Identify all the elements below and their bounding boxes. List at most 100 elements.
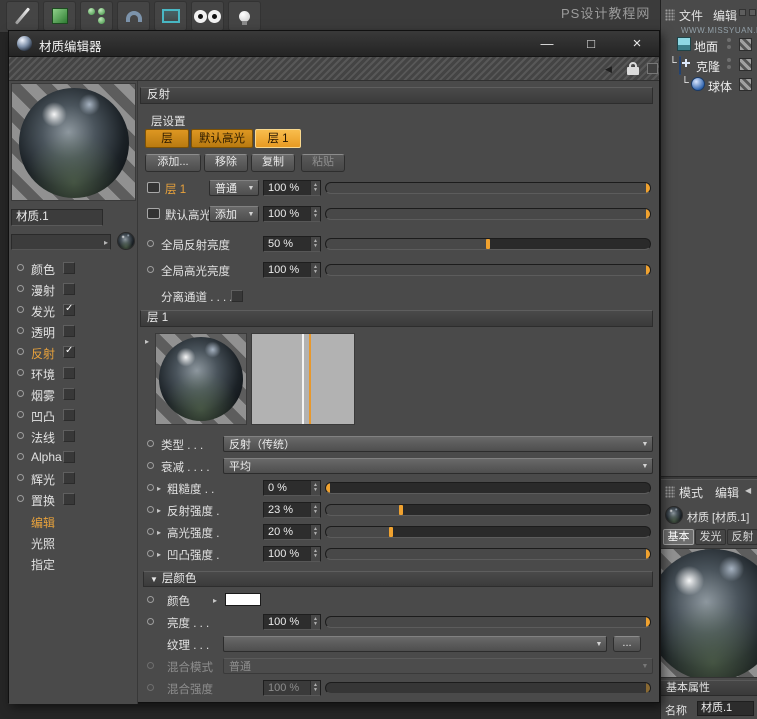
remove-layer-button[interactable]: 移除 (204, 154, 248, 172)
channel-alpha[interactable]: Alpha (15, 448, 135, 468)
channel-luminance[interactable]: 发光✓ (15, 301, 135, 321)
preview-expander-icon[interactable]: ▸ (145, 337, 149, 346)
panel-splitter[interactable] (661, 476, 757, 480)
layer1-opacity-spinner[interactable]: 100 %▲▼ (263, 180, 321, 196)
specular-strength-spinner[interactable]: 20 %▲▼ (263, 524, 321, 540)
falloff-marker-orange[interactable] (309, 334, 311, 424)
add-layer-button[interactable]: 添加... (145, 154, 201, 172)
history-back-icon[interactable]: ◀ (745, 486, 751, 495)
bump-strength-spinner[interactable]: 100 %▲▼ (263, 546, 321, 562)
channel-checkbox[interactable] (63, 430, 75, 442)
object-row-floor[interactable]: 地面 (661, 36, 757, 54)
layer1-blend-dropdown[interactable]: 普通▼ (209, 180, 259, 196)
color-swatch[interactable] (225, 593, 261, 606)
page-assign[interactable]: 指定 (15, 554, 135, 574)
texture-browse-button[interactable]: ... (613, 636, 641, 652)
specular-blend-dropdown[interactable]: 添加▼ (209, 206, 259, 222)
tab-layer-1[interactable]: 层 1 (255, 129, 301, 148)
tab-default-specular[interactable]: 默认高光 (191, 129, 253, 148)
spinner-arrows-icon[interactable]: ▲▼ (310, 207, 320, 221)
magnet-tool-icon[interactable] (117, 1, 150, 31)
menu-file[interactable]: 文件 (679, 7, 703, 24)
array-tool-icon[interactable] (80, 1, 113, 31)
paste-layer-button[interactable]: 粘贴 (301, 154, 345, 172)
type-dropdown[interactable]: 反射（传统）▼ (223, 436, 653, 452)
spinner-arrows-icon[interactable]: ▲▼ (310, 263, 320, 277)
roughness-slider[interactable] (325, 482, 651, 494)
channel-checkbox[interactable] (63, 493, 75, 505)
global-specular-spinner[interactable]: 100 %▲▼ (263, 262, 321, 278)
specular-strength-slider[interactable] (325, 526, 651, 538)
anim-dot[interactable] (147, 506, 154, 513)
page-illumination[interactable]: 光照 (15, 533, 135, 553)
specular-opacity-slider[interactable] (325, 208, 651, 220)
channel-environment[interactable]: 环境 (15, 364, 135, 384)
lock-icon[interactable] (627, 62, 639, 75)
reflection-strength-spinner[interactable]: 23 %▲▼ (263, 502, 321, 518)
specular-opacity-spinner[interactable]: 100 %▲▼ (263, 206, 321, 222)
cube-tool-icon[interactable] (43, 1, 76, 31)
default-specular-name[interactable]: 默认高光 (165, 207, 211, 223)
object-row-cloner[interactable]: └ 克隆 (661, 56, 757, 74)
tab-basic[interactable]: 基本 (663, 529, 694, 545)
anim-dot[interactable] (147, 550, 154, 557)
texture-tag-icon[interactable] (739, 58, 752, 71)
material-thumbnail[interactable] (665, 506, 683, 524)
roughness-spinner[interactable]: 0 %▲▼ (263, 480, 321, 496)
anim-dot[interactable] (147, 618, 154, 625)
channel-transparency[interactable]: 透明 (15, 322, 135, 342)
param-expander-icon[interactable]: ▸ (157, 484, 161, 493)
window-titlebar[interactable]: 材质编辑器 — □ × (9, 31, 659, 57)
tab-layers[interactable]: 层 (145, 129, 189, 148)
group-layer-color[interactable]: ▼层颜色 (143, 571, 653, 587)
channel-checkbox[interactable]: ✓ (63, 346, 75, 358)
bulb-tool-icon[interactable] (228, 1, 261, 31)
global-reflection-slider[interactable] (325, 238, 651, 250)
eyes-tool-icon[interactable] (191, 1, 224, 31)
attenuation-dropdown[interactable]: 平均▼ (223, 458, 653, 474)
channel-bump[interactable]: 凹凸 (15, 406, 135, 426)
plane-tool-icon[interactable] (154, 1, 187, 31)
panel-grip-icon[interactable] (665, 486, 675, 498)
channel-color[interactable]: 颜色 (15, 259, 135, 279)
channel-checkbox[interactable] (63, 409, 75, 421)
bump-strength-slider[interactable] (325, 548, 651, 560)
object-row-sphere[interactable]: └ 球体 (661, 76, 757, 94)
reflection-strength-slider[interactable] (325, 504, 651, 516)
copy-layer-button[interactable]: 复制 (251, 154, 295, 172)
channel-checkbox[interactable] (63, 283, 75, 295)
channel-displacement[interactable]: 置换 (15, 490, 135, 510)
panel-option-icon[interactable] (749, 9, 756, 16)
anim-dot[interactable] (147, 528, 154, 535)
preview-shape-button[interactable] (117, 232, 135, 250)
param-expander-icon[interactable]: ▸ (157, 528, 161, 537)
brightness-slider[interactable] (325, 616, 651, 628)
close-button[interactable]: × (615, 31, 659, 57)
channel-checkbox[interactable]: ✓ (63, 304, 75, 316)
menu-edit[interactable]: 编辑 (715, 484, 739, 501)
channel-normal[interactable]: 法线 (15, 427, 135, 447)
collapse-left-icon[interactable]: ◀ (605, 64, 612, 75)
global-specular-slider[interactable] (325, 264, 651, 276)
distance-falloff-widget[interactable] (251, 333, 355, 425)
page-edit[interactable]: 编辑 (15, 512, 135, 532)
spinner-arrows-icon[interactable]: ▲▼ (310, 237, 320, 251)
maximize-button[interactable]: □ (571, 31, 611, 57)
anim-dot[interactable] (147, 596, 154, 603)
material-large-preview[interactable] (661, 548, 757, 678)
channel-reflectance[interactable]: 反射✓ (15, 343, 135, 363)
spinner-arrows-icon[interactable]: ▲▼ (310, 503, 320, 517)
anim-dot[interactable] (147, 266, 154, 273)
channel-fog[interactable]: 烟雾 (15, 385, 135, 405)
preview-type-dropdown[interactable]: ▸ (11, 234, 111, 250)
spinner-arrows-icon[interactable]: ▲▼ (310, 481, 320, 495)
material-name-field[interactable]: 材质.1 (11, 209, 103, 226)
channel-checkbox[interactable] (63, 388, 75, 400)
layer1-name[interactable]: 层 1 (165, 181, 186, 197)
texture-dropdown[interactable]: ▼ (223, 636, 607, 652)
channel-checkbox[interactable] (63, 367, 75, 379)
channel-checkbox[interactable] (63, 472, 75, 484)
layer-visibility-icon[interactable] (147, 208, 160, 219)
section-basic-properties[interactable]: 基本属性 (661, 680, 757, 696)
layer-preview[interactable] (155, 333, 247, 425)
